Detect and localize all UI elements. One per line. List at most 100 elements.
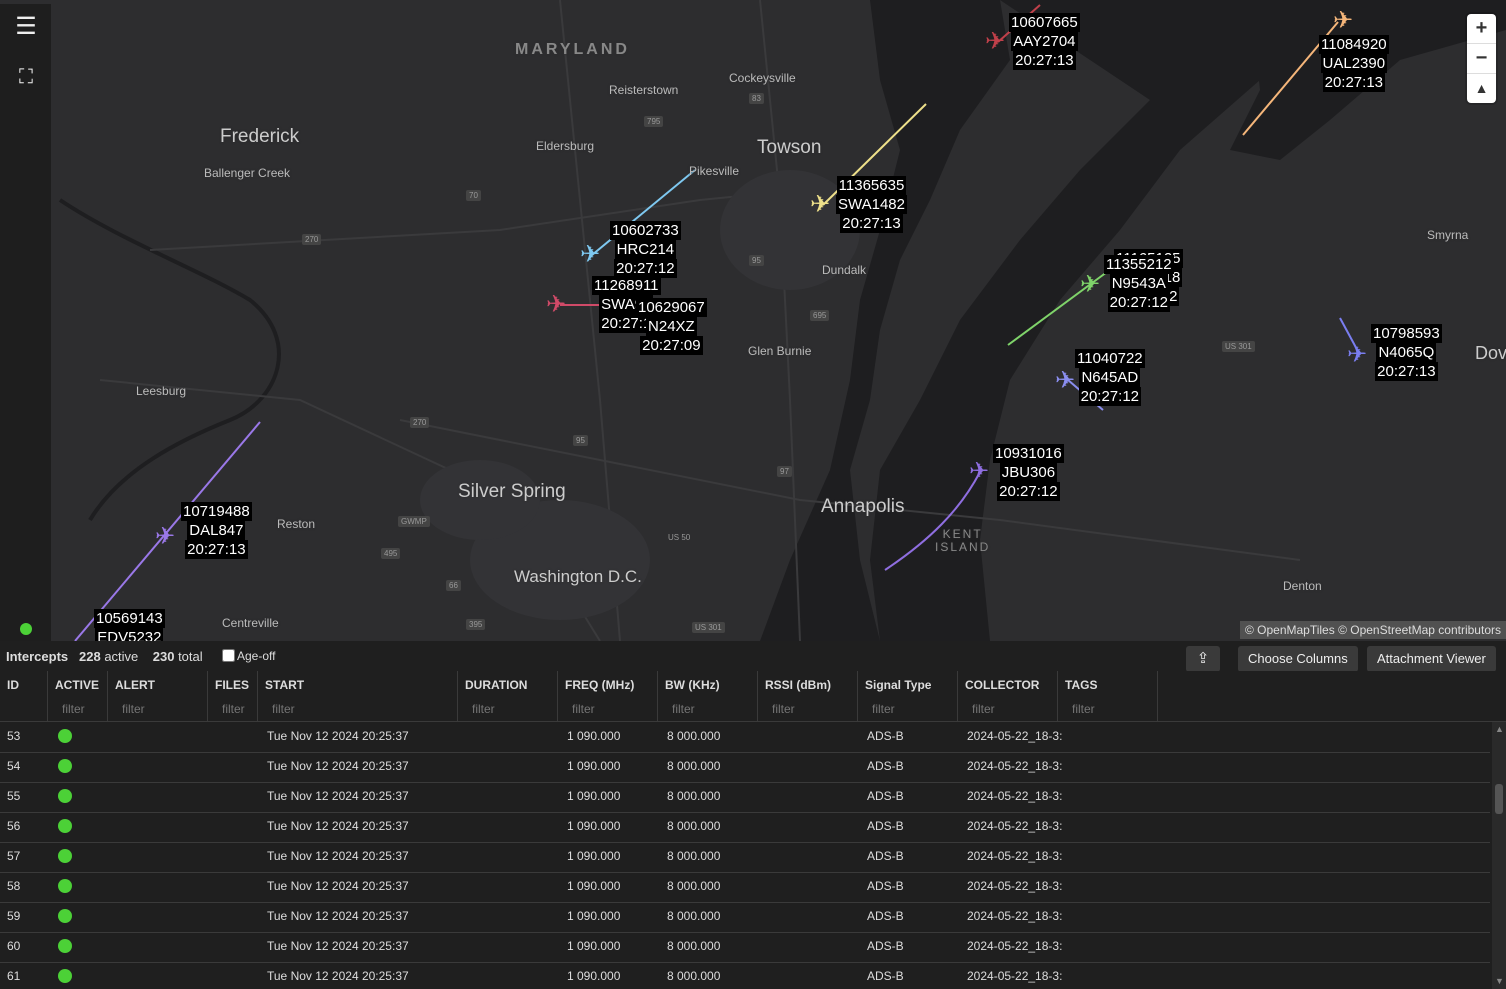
filter-input[interactable] [122, 702, 202, 716]
map-sidebar: ☰ ⛶ [0, 4, 51, 641]
cell-id: 56 [7, 819, 21, 833]
table-row[interactable]: 54 Tue Nov 12 2024 20:25:37 1 090.000 8 000… [0, 752, 1490, 783]
place-label: Washington D.C. [514, 567, 642, 586]
filter-input[interactable] [872, 702, 952, 716]
column-header-alert[interactable]: ALERT [108, 671, 208, 721]
table-row[interactable]: 55 Tue Nov 12 2024 20:25:37 1 090.000 8 000… [0, 782, 1490, 813]
scrollbar-thumb[interactable] [1495, 784, 1503, 814]
export-icon: ⇪ [1196, 650, 1210, 667]
cell-bw: 8 000.000 [667, 969, 721, 983]
airplane-icon: ✈ [155, 523, 176, 550]
filter-input[interactable] [772, 702, 852, 716]
cell-bw: 8 000.000 [667, 729, 721, 743]
cell-collector: 2024-05-22_18-3: [967, 819, 1063, 833]
place-label: Denton [1283, 579, 1322, 593]
attachment-viewer-button[interactable]: Attachment Viewer [1367, 646, 1496, 672]
menu-icon[interactable]: ☰ [11, 12, 41, 42]
active-status-icon [58, 909, 72, 923]
active-status-icon [58, 819, 72, 833]
aircraft-label: 10719488 DAL847 20:27:13 [181, 502, 252, 559]
column-header-rssi[interactable]: RSSI (dBm) [758, 671, 858, 721]
airplane-icon: ✈ [810, 191, 831, 218]
column-header-id[interactable]: ID [0, 671, 48, 721]
table-row[interactable]: 59 Tue Nov 12 2024 20:25:37 1 090.000 8 000… [0, 902, 1490, 933]
aircraft-label: 10931016 JBU306 20:27:12 [993, 444, 1064, 501]
cell-collector: 2024-05-22_18-3: [967, 879, 1063, 893]
filter-input[interactable] [272, 702, 352, 716]
table-header: ID ACTIVE ALERT FILES START DURATION FRE… [0, 671, 1506, 722]
place-label: Ballenger Creek [204, 166, 291, 180]
column-header-signal-type[interactable]: Signal Type [858, 671, 958, 721]
filter-input[interactable] [472, 702, 552, 716]
airplane-icon: ✈ [1055, 367, 1076, 394]
scroll-down-icon[interactable]: ▼ [1495, 976, 1504, 986]
map-view[interactable]: MARYLAND Frederick Ballenger Creek Reist… [0, 0, 1506, 641]
cell-id: 57 [7, 849, 21, 863]
column-header-files[interactable]: FILES [208, 671, 258, 721]
cell-signal-type: ADS-B [867, 939, 904, 953]
ageoff-toggle[interactable]: Age-off [222, 649, 275, 663]
aircraft-label: 10607665 AAY2704 20:27:13 [1009, 13, 1080, 70]
cell-bw: 8 000.000 [667, 879, 721, 893]
table-row[interactable]: 58 Tue Nov 12 2024 20:25:37 1 090.000 8 000… [0, 872, 1490, 903]
cell-signal-type: ADS-B [867, 819, 904, 833]
cell-signal-type: ADS-B [867, 789, 904, 803]
route-shield: 695 [810, 310, 830, 321]
filter-input[interactable] [972, 702, 1052, 716]
fullscreen-icon[interactable]: ⛶ [11, 62, 41, 92]
reset-north-button[interactable]: ▲ [1467, 74, 1496, 103]
route-shield: US 301 [1222, 341, 1255, 352]
column-header-duration[interactable]: DURATION [458, 671, 558, 721]
place-label: Centreville [222, 616, 279, 630]
filter-input[interactable] [1072, 702, 1152, 716]
route-shield: 270 [410, 417, 430, 428]
zoom-in-button[interactable]: + [1467, 14, 1496, 44]
place-label: Leesburg [136, 384, 187, 398]
column-header-tags[interactable]: TAGS [1058, 671, 1158, 721]
cell-freq: 1 090.000 [567, 729, 621, 743]
cell-freq: 1 090.000 [567, 819, 621, 833]
filter-input[interactable] [222, 702, 252, 716]
column-header-collector[interactable]: COLLECTOR [958, 671, 1058, 721]
place-label: Smyrna [1427, 228, 1469, 242]
cell-collector: 2024-05-22_18-3: [967, 789, 1063, 803]
place-label: Cockeysville [729, 71, 796, 85]
cell-start: Tue Nov 12 2024 20:25:37 [267, 789, 409, 803]
intercepts-summary: Intercepts 228 active 230 total [6, 649, 203, 664]
cell-signal-type: ADS-B [867, 879, 904, 893]
cell-freq: 1 090.000 [567, 909, 621, 923]
cell-bw: 8 000.000 [667, 819, 721, 833]
table-row[interactable]: 57 Tue Nov 12 2024 20:25:37 1 090.000 8 000… [0, 842, 1490, 873]
export-button[interactable]: ⇪ [1186, 646, 1220, 672]
cell-signal-type: ADS-B [867, 849, 904, 863]
column-header-active[interactable]: ACTIVE [48, 671, 108, 721]
cell-id: 58 [7, 879, 21, 893]
filter-input[interactable] [672, 702, 752, 716]
airplane-icon: ✈ [985, 28, 1006, 55]
place-label: Frederick [220, 126, 300, 147]
table-row[interactable]: 61 Tue Nov 12 2024 20:25:37 1 090.000 8 000… [0, 962, 1490, 989]
table-row[interactable]: 53 Tue Nov 12 2024 20:25:37 1 090.000 8 000… [0, 722, 1490, 753]
column-header-start[interactable]: START [258, 671, 458, 721]
cell-collector: 2024-05-22_18-3: [967, 909, 1063, 923]
cell-freq: 1 090.000 [567, 849, 621, 863]
cell-bw: 8 000.000 [667, 909, 721, 923]
filter-input[interactable] [62, 702, 102, 716]
cell-collector: 2024-05-22_18-3: [967, 969, 1063, 983]
ageoff-checkbox[interactable] [222, 649, 235, 662]
zoom-out-button[interactable]: − [1467, 44, 1496, 74]
map-attribution[interactable]: © OpenMapTiles © OpenStreetMap contribut… [1239, 621, 1506, 639]
choose-columns-button[interactable]: Choose Columns [1238, 646, 1358, 672]
place-label: Pikesville [689, 164, 740, 178]
filter-input[interactable] [572, 702, 652, 716]
table-row[interactable]: 60 Tue Nov 12 2024 20:25:37 1 090.000 8 000… [0, 932, 1490, 963]
place-label: Dundalk [822, 263, 867, 277]
scroll-up-icon[interactable]: ▲ [1495, 724, 1504, 734]
table-row[interactable]: 56 Tue Nov 12 2024 20:25:37 1 090.000 8 000… [0, 812, 1490, 843]
table-scrollbar[interactable]: ▲ ▼ [1492, 722, 1506, 989]
airplane-icon: ✈ [1080, 271, 1101, 298]
column-header-bw[interactable]: BW (KHz) [658, 671, 758, 721]
active-status-icon [58, 939, 72, 953]
column-header-freq[interactable]: FREQ (MHz) [558, 671, 658, 721]
cell-start: Tue Nov 12 2024 20:25:37 [267, 729, 409, 743]
